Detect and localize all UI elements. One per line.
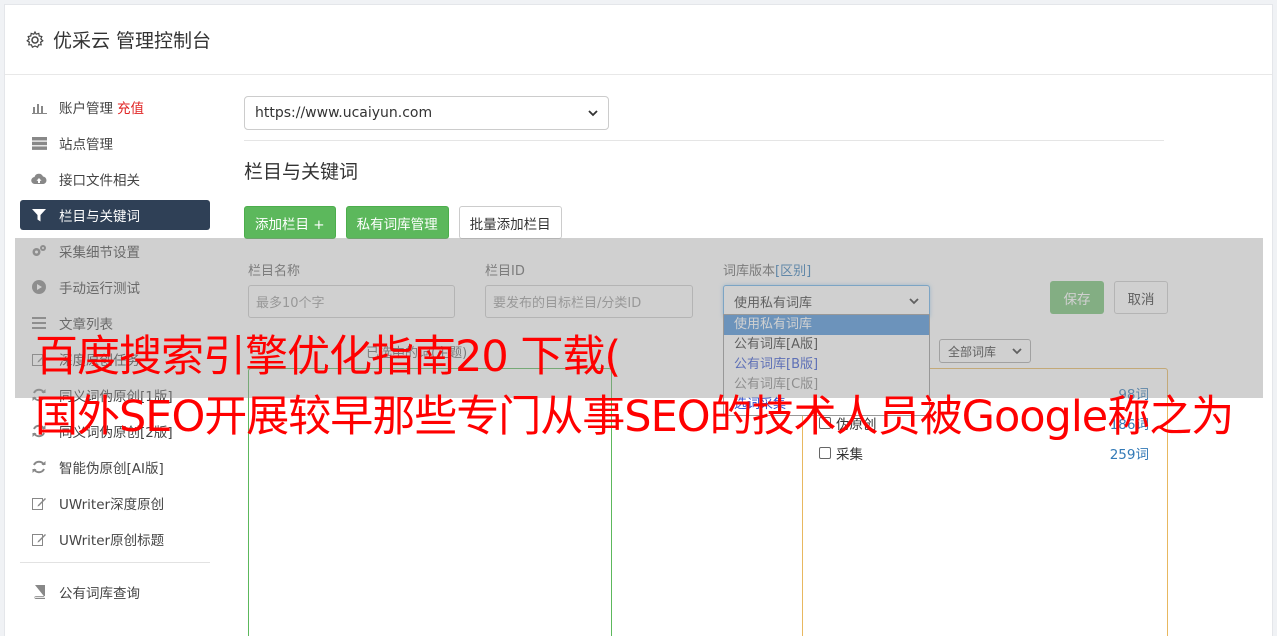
refresh-icon [31, 459, 47, 475]
divider [244, 140, 1164, 141]
sidebar-item-interface[interactable]: 接口文件相关 [20, 164, 210, 194]
site-select[interactable]: https://www.ucaiyun.com [244, 96, 609, 130]
sidebar-divider [20, 562, 210, 563]
console-title: 优采云 管理控制台 [53, 30, 212, 52]
sidebar-item-columns[interactable]: 栏目与关键词 [20, 200, 210, 230]
recharge-link[interactable]: 充值 [117, 97, 144, 117]
overlay-headline-line2: 国外SEO开展较早那些专门从事SEO的技术人员被Google称之为 [35, 392, 1234, 442]
book-icon [31, 584, 47, 600]
sidebar-item-uwriter-title[interactable]: UWriter原创标题 [20, 524, 210, 554]
edit-icon [31, 531, 47, 547]
header: 优采云 管理控制台 [5, 5, 1272, 75]
site-select-value: https://www.ucaiyun.com [255, 105, 433, 121]
sidebar-item-ai-pseudo[interactable]: 智能伪原创[AI版] [20, 452, 210, 482]
bar-chart-icon [31, 99, 47, 115]
checkbox[interactable] [819, 447, 831, 459]
chevron-down-icon [588, 109, 598, 116]
sidebar-item-sites[interactable]: 站点管理 [20, 128, 210, 158]
action-buttons: 添加栏目 + 私有词库管理 批量添加栏目 [244, 206, 1164, 239]
sidebar-item-label: 站点管理 [59, 137, 113, 153]
lib-row-count[interactable]: 259词 [1110, 443, 1149, 463]
cloud-upload-icon [31, 171, 47, 187]
server-icon [31, 135, 47, 151]
sidebar-item-account[interactable]: 账户管理 充值 [20, 92, 210, 122]
sidebar-item-public-lib[interactable]: 公有词库查询 [20, 577, 210, 607]
sidebar-item-label: UWriter原创标题 [59, 533, 165, 549]
lib-row-label: 采集 [836, 447, 863, 463]
edit-icon [31, 495, 47, 511]
lib-row[interactable]: 采集 259词 [819, 443, 1149, 463]
sidebar-item-label: 公有词库查询 [59, 586, 140, 602]
overlay-headline-line1: 百度搜索引擎优化指南20 下载( [35, 332, 621, 382]
sidebar-item-label: UWriter深度原创 [59, 497, 165, 513]
sidebar-item-label: 智能伪原创[AI版] [59, 461, 164, 477]
sidebar-item-label: 栏目与关键词 [59, 209, 140, 225]
filter-icon [31, 207, 47, 223]
gear-icon [26, 30, 44, 48]
sidebar-item-uwriter-deep[interactable]: UWriter深度原创 [20, 488, 210, 518]
main-content: https://www.ucaiyun.com 栏目与关键词 添加栏目 + 私有… [244, 96, 1168, 636]
sidebar-item-label: 账户管理 [59, 101, 113, 117]
private-lib-button[interactable]: 私有词库管理 [345, 206, 449, 239]
sidebar-item-label: 接口文件相关 [59, 173, 140, 189]
batch-add-button[interactable]: 批量添加栏目 [458, 206, 562, 239]
section-title: 栏目与关键词 [244, 161, 359, 183]
add-column-button[interactable]: 添加栏目 + [244, 206, 336, 239]
